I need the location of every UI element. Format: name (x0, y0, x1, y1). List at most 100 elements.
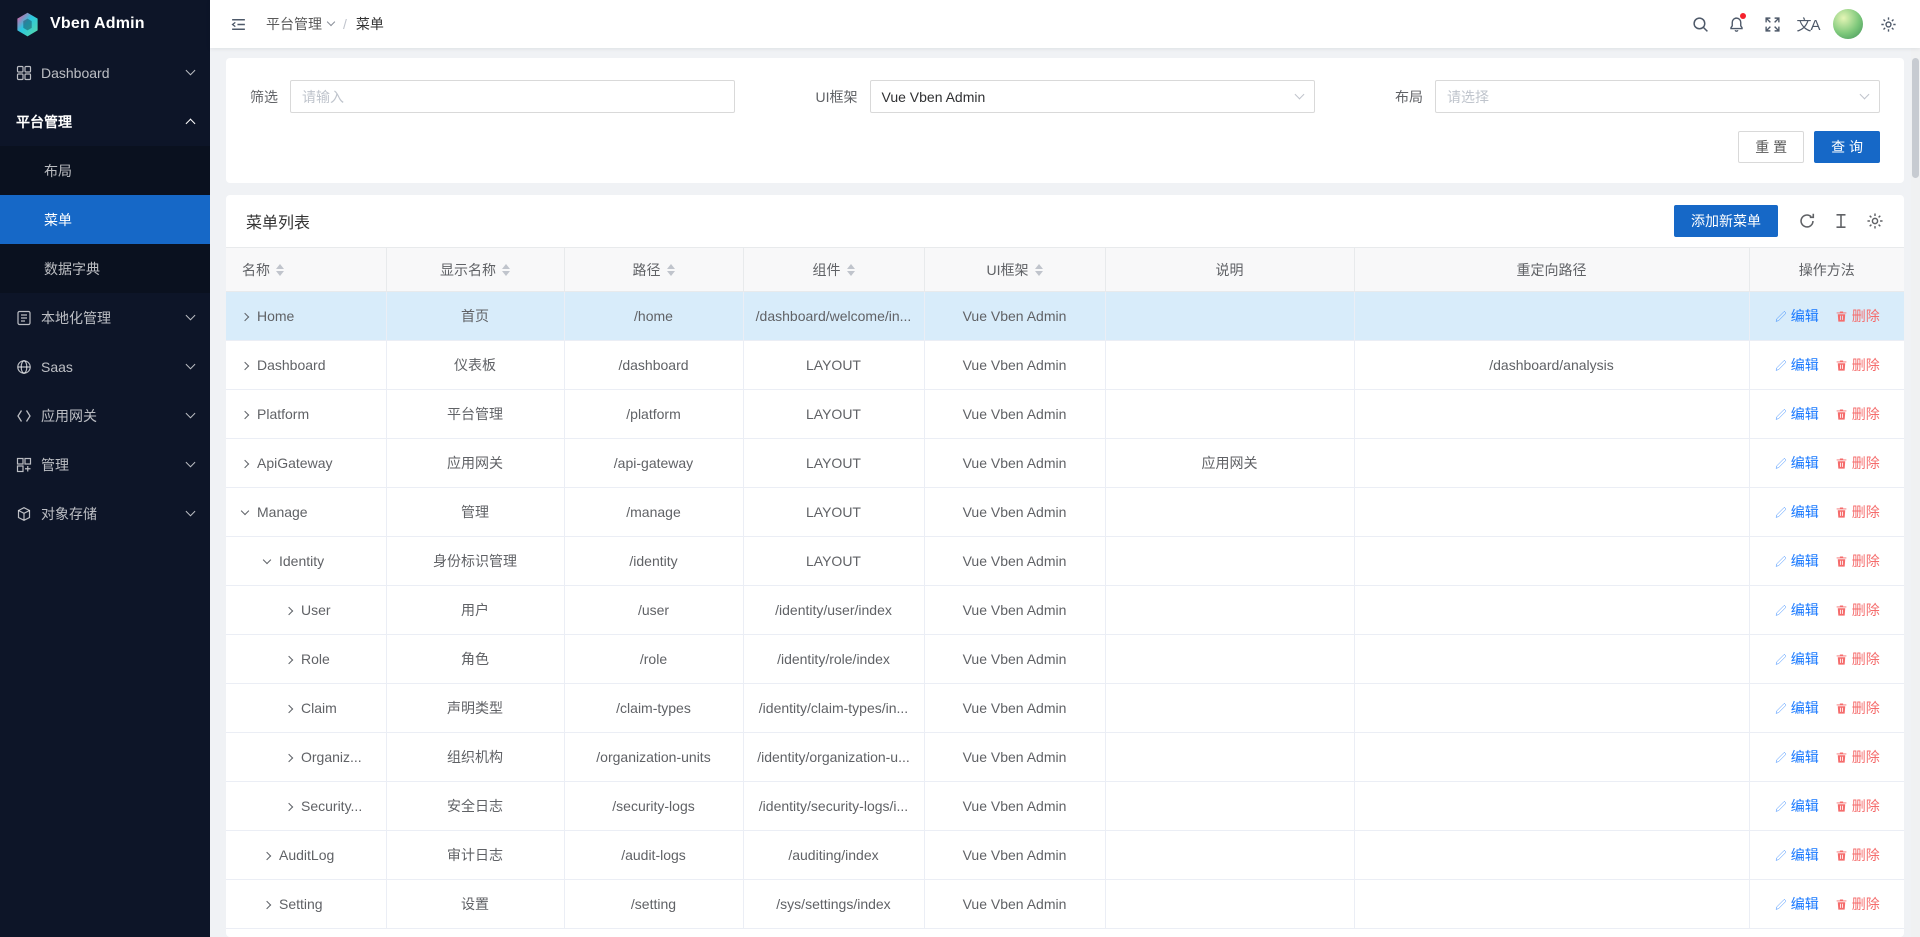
cell-actions: 编辑删除 (1749, 292, 1904, 341)
edit-button[interactable]: 编辑 (1774, 551, 1819, 571)
table-row[interactable]: Home首页/home/dashboard/welcome/in...Vue V… (226, 292, 1904, 341)
table-row[interactable]: Dashboard仪表板/dashboardLAYOUTVue Vben Adm… (226, 341, 1904, 390)
edit-button-label: 编辑 (1791, 600, 1819, 620)
edit-button[interactable]: 编辑 (1774, 649, 1819, 669)
edit-button[interactable]: 编辑 (1774, 796, 1819, 816)
delete-button[interactable]: 删除 (1835, 649, 1880, 669)
delete-button[interactable]: 删除 (1835, 747, 1880, 767)
sort-icon[interactable] (502, 264, 510, 276)
delete-button[interactable]: 删除 (1835, 894, 1880, 914)
expand-row-icon[interactable] (241, 460, 249, 468)
table-row[interactable]: Claim声明类型/claim-types/identity/claim-typ… (226, 684, 1904, 733)
delete-button[interactable]: 删除 (1835, 845, 1880, 865)
collapse-row-icon[interactable] (263, 556, 271, 564)
cell-component: LAYOUT (743, 488, 924, 537)
scrollbar-track[interactable] (1911, 48, 1920, 937)
table-size-icon[interactable] (1832, 212, 1850, 230)
sort-icon[interactable] (667, 264, 675, 276)
expand-row-icon[interactable] (241, 362, 249, 370)
fullscreen-icon[interactable] (1756, 8, 1788, 40)
column-settings-icon[interactable] (1866, 212, 1884, 230)
sort-icon[interactable] (276, 264, 284, 276)
expand-row-icon[interactable] (285, 607, 293, 615)
column-header[interactable]: UI框架 (924, 248, 1105, 292)
notification-bell-icon[interactable] (1720, 8, 1752, 40)
refresh-icon[interactable] (1798, 212, 1816, 230)
collapse-row-icon[interactable] (241, 507, 249, 515)
expand-row-icon[interactable] (241, 411, 249, 419)
edit-button[interactable]: 编辑 (1774, 453, 1819, 473)
expand-row-icon[interactable] (285, 803, 293, 811)
scrollbar-thumb[interactable] (1912, 58, 1919, 178)
table-row[interactable]: Manage管理/manageLAYOUTVue Vben Admin编辑删除 (226, 488, 1904, 537)
app-logo[interactable]: Vben Admin (0, 0, 210, 48)
column-header[interactable]: 路径 (564, 248, 743, 292)
ui-framework-select[interactable]: Vue Vben Admin (870, 80, 1315, 113)
search-icon[interactable] (1684, 8, 1716, 40)
edit-button[interactable]: 编辑 (1774, 600, 1819, 620)
edit-button[interactable]: 编辑 (1774, 698, 1819, 718)
table-row[interactable]: ApiGateway应用网关/api-gatewayLAYOUTVue Vben… (226, 439, 1904, 488)
edit-button[interactable]: 编辑 (1774, 355, 1819, 375)
add-menu-button[interactable]: 添加新菜单 (1674, 205, 1778, 237)
table-row[interactable]: Identity身份标识管理/identityLAYOUTVue Vben Ad… (226, 537, 1904, 586)
delete-button[interactable]: 删除 (1835, 404, 1880, 424)
delete-button[interactable]: 删除 (1835, 551, 1880, 571)
filter-keyword-input[interactable] (290, 80, 735, 113)
table-row[interactable]: User用户/user/identity/user/indexVue Vben … (226, 586, 1904, 635)
table-row[interactable]: AuditLog审计日志/audit-logs/auditing/indexVu… (226, 831, 1904, 880)
translate-icon[interactable]: 文A (1792, 8, 1824, 40)
expand-row-icon[interactable] (263, 901, 271, 909)
sidebar-item[interactable]: 平台管理 (0, 97, 210, 146)
pencil-icon (1774, 849, 1787, 862)
breadcrumb-parent[interactable]: 平台管理 (266, 14, 334, 34)
sidebar-item[interactable]: 管理 (0, 440, 210, 489)
expand-row-icon[interactable] (241, 313, 249, 321)
sidebar-subitem[interactable]: 菜单 (0, 195, 210, 244)
delete-button[interactable]: 删除 (1835, 355, 1880, 375)
layout-select[interactable]: 请选择 (1435, 80, 1880, 113)
edit-button[interactable]: 编辑 (1774, 894, 1819, 914)
column-header[interactable]: 名称 (226, 248, 386, 292)
edit-button[interactable]: 编辑 (1774, 845, 1819, 865)
table-row[interactable]: Platform平台管理/platformLAYOUTVue Vben Admi… (226, 390, 1904, 439)
table-row[interactable]: Security...安全日志/security-logs/identity/s… (226, 782, 1904, 831)
delete-button[interactable]: 删除 (1835, 453, 1880, 473)
sidebar-subitem[interactable]: 数据字典 (0, 244, 210, 293)
edit-button[interactable]: 编辑 (1774, 747, 1819, 767)
sidebar-item[interactable]: Dashboard (0, 48, 210, 97)
cell-redirect (1354, 292, 1749, 341)
sidebar-subitem[interactable]: 布局 (0, 146, 210, 195)
column-header[interactable]: 显示名称 (386, 248, 564, 292)
sort-icon[interactable] (847, 264, 855, 276)
edit-button[interactable]: 编辑 (1774, 404, 1819, 424)
delete-button[interactable]: 删除 (1835, 698, 1880, 718)
edit-button[interactable]: 编辑 (1774, 306, 1819, 326)
sort-icon[interactable] (1035, 264, 1043, 276)
settings-gear-icon[interactable] (1872, 8, 1904, 40)
cell-description: 应用网关 (1105, 439, 1354, 488)
expand-row-icon[interactable] (285, 754, 293, 762)
delete-button[interactable]: 删除 (1835, 306, 1880, 326)
expand-row-icon[interactable] (285, 656, 293, 664)
sidebar-item[interactable]: Saas (0, 342, 210, 391)
column-header[interactable]: 组件 (743, 248, 924, 292)
expand-row-icon[interactable] (285, 705, 293, 713)
query-button[interactable]: 查 询 (1814, 131, 1880, 163)
sidebar-item[interactable]: 应用网关 (0, 391, 210, 440)
delete-button[interactable]: 删除 (1835, 796, 1880, 816)
avatar[interactable] (1833, 9, 1863, 39)
delete-button[interactable]: 删除 (1835, 502, 1880, 522)
edit-button[interactable]: 编辑 (1774, 502, 1819, 522)
delete-button[interactable]: 删除 (1835, 600, 1880, 620)
table-row[interactable]: Setting设置/setting/sys/settings/indexVue … (226, 880, 1904, 929)
expand-row-icon[interactable] (263, 852, 271, 860)
collapse-sidebar-icon[interactable] (222, 8, 254, 40)
cell-ui_framework: Vue Vben Admin (924, 831, 1105, 880)
column-label: 重定向路径 (1517, 260, 1587, 280)
table-row[interactable]: Organiz...组织机构/organization-units/identi… (226, 733, 1904, 782)
sidebar-item[interactable]: 本地化管理 (0, 293, 210, 342)
reset-button[interactable]: 重 置 (1738, 131, 1804, 163)
sidebar-item[interactable]: 对象存储 (0, 489, 210, 538)
table-row[interactable]: Role角色/role/identity/role/indexVue Vben … (226, 635, 1904, 684)
